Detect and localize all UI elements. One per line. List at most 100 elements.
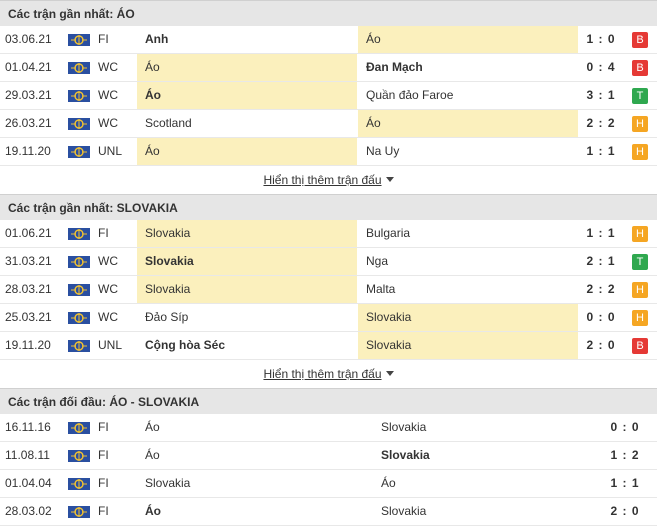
caret-down-icon[interactable] xyxy=(385,371,394,376)
home-team[interactable]: Áo xyxy=(137,442,367,469)
world-flag-icon xyxy=(68,478,90,490)
competition-code: FI xyxy=(98,476,109,490)
match-date: 01.04.21 xyxy=(5,60,52,74)
world-flag-icon xyxy=(68,118,90,130)
match-row[interactable]: 19.11.20 UNL Áo Na Uy 1 : 1 H xyxy=(0,138,657,166)
home-team[interactable]: Đảo Síp xyxy=(137,304,357,331)
match-row[interactable]: 29.03.21 WC Áo Quần đảo Faroe 3 : 1 T xyxy=(0,82,657,110)
away-team[interactable]: Malta xyxy=(358,276,578,303)
competition-code: FI xyxy=(98,226,109,240)
match-date: 19.11.20 xyxy=(5,144,51,158)
show-more-link[interactable]: Hiển thị thêm trận đấu xyxy=(263,367,381,381)
home-team[interactable]: Áo xyxy=(137,498,367,525)
match-list: 01.06.21 FI Slovakia Bulgaria 1 : 1 H 31.03.21… xyxy=(0,220,657,360)
home-team[interactable]: Anh xyxy=(137,26,357,53)
match-row[interactable]: 28.03.02 FI Áo Slovakia 2 : 0 xyxy=(0,498,657,526)
match-score: 1 : 0 xyxy=(586,32,616,46)
away-team[interactable]: Nga xyxy=(358,248,578,275)
match-date: 03.06.21 xyxy=(5,32,52,46)
section-title: Các trận gần nhất: SLOVAKIA xyxy=(0,194,657,220)
show-more-link[interactable]: Hiển thị thêm trận đấu xyxy=(263,173,381,187)
competition-code: WC xyxy=(98,282,118,296)
competition-code: UNL xyxy=(98,338,123,352)
competition-code: FI xyxy=(98,32,109,46)
competition-code: FI xyxy=(98,420,109,434)
result-badge: H xyxy=(632,226,648,242)
world-flag-icon xyxy=(68,284,90,296)
match-row[interactable]: 16.11.16 FI Áo Slovakia 0 : 0 xyxy=(0,414,657,442)
match-row[interactable]: 01.06.21 FI Slovakia Bulgaria 1 : 1 H xyxy=(0,220,657,248)
home-team[interactable]: Áo xyxy=(137,82,357,109)
match-date: 16.11.16 xyxy=(5,420,51,434)
match-date: 01.06.21 xyxy=(5,226,52,240)
match-score: 2 : 2 xyxy=(586,116,616,130)
competition-code: FI xyxy=(98,448,109,462)
match-row[interactable]: 01.04.21 WC Áo Đan Mạch 0 : 4 B xyxy=(0,54,657,82)
match-date: 26.03.21 xyxy=(5,116,52,130)
match-row[interactable]: 11.08.11 FI Áo Slovakia 1 : 2 xyxy=(0,442,657,470)
match-score: 1 : 2 xyxy=(610,448,640,462)
competition-code: WC xyxy=(98,60,118,74)
away-team[interactable]: Bulgaria xyxy=(358,220,578,247)
head-to-head-section: Các trận đối đầu: ÁO - SLOVAKIA 16.11.16… xyxy=(0,388,657,526)
away-team[interactable]: Slovakia xyxy=(373,442,603,469)
away-team[interactable]: Slovakia xyxy=(373,414,603,441)
world-flag-icon xyxy=(68,228,90,240)
caret-down-icon[interactable] xyxy=(385,177,394,182)
away-team[interactable]: Áo xyxy=(358,26,578,53)
home-team[interactable]: Áo xyxy=(137,414,367,441)
away-team[interactable]: Áo xyxy=(373,470,603,497)
away-team[interactable]: Slovakia xyxy=(358,304,578,331)
match-date: 31.03.21 xyxy=(5,254,52,268)
home-team[interactable]: Áo xyxy=(137,54,357,81)
away-team[interactable]: Áo xyxy=(358,110,578,137)
result-badge: B xyxy=(632,60,648,76)
world-flag-icon xyxy=(68,450,90,462)
match-date: 25.03.21 xyxy=(5,310,52,324)
match-date: 28.03.02 xyxy=(5,504,52,518)
match-score: 1 : 1 xyxy=(586,226,616,240)
show-more-row: Hiển thị thêm trận đấu xyxy=(0,360,657,388)
competition-code: UNL xyxy=(98,144,123,158)
home-team[interactable]: Slovakia xyxy=(137,276,357,303)
match-row[interactable]: 01.04.04 FI Slovakia Áo 1 : 1 xyxy=(0,470,657,498)
match-date: 29.03.21 xyxy=(5,88,52,102)
home-team[interactable]: Áo xyxy=(137,138,357,165)
match-date: 11.08.11 xyxy=(5,448,50,462)
match-row[interactable]: 19.11.20 UNL Cộng hòa Séc Slovakia 2 : 0 B xyxy=(0,332,657,360)
result-badge: B xyxy=(632,32,648,48)
match-score: 2 : 2 xyxy=(586,282,616,296)
away-team[interactable]: Quần đảo Faroe xyxy=(358,82,578,109)
home-team[interactable]: Slovakia xyxy=(137,220,357,247)
result-badge: H xyxy=(632,282,648,298)
result-badge: B xyxy=(632,338,648,354)
match-date: 28.03.21 xyxy=(5,282,52,296)
match-score: 2 : 0 xyxy=(586,338,616,352)
match-date: 01.04.04 xyxy=(5,476,52,490)
match-row[interactable]: 25.03.21 WC Đảo Síp Slovakia 0 : 0 H xyxy=(0,304,657,332)
result-badge: H xyxy=(632,310,648,326)
match-row[interactable]: 03.06.21 FI Anh Áo 1 : 0 B xyxy=(0,26,657,54)
away-team[interactable]: Na Uy xyxy=(358,138,578,165)
match-date: 19.11.20 xyxy=(5,338,51,352)
home-team[interactable]: Cộng hòa Séc xyxy=(137,332,357,359)
match-row[interactable]: 26.03.21 WC Scotland Áo 2 : 2 H xyxy=(0,110,657,138)
world-flag-icon xyxy=(68,90,90,102)
world-flag-icon xyxy=(68,506,90,518)
home-team[interactable]: Slovakia xyxy=(137,248,357,275)
result-badge: H xyxy=(632,116,648,132)
competition-code: WC xyxy=(98,310,118,324)
match-score: 1 : 1 xyxy=(586,144,616,158)
world-flag-icon xyxy=(68,340,90,352)
away-team[interactable]: Đan Mạch xyxy=(358,54,578,81)
away-team[interactable]: Slovakia xyxy=(358,332,578,359)
match-score: 0 : 0 xyxy=(610,420,640,434)
match-list: 16.11.16 FI Áo Slovakia 0 : 0 11.08.11 FI Áo Slo… xyxy=(0,414,657,526)
home-team[interactable]: Slovakia xyxy=(137,470,367,497)
match-row[interactable]: 28.03.21 WC Slovakia Malta 2 : 2 H xyxy=(0,276,657,304)
away-team[interactable]: Slovakia xyxy=(373,498,603,525)
match-score: 2 : 0 xyxy=(610,504,640,518)
competition-code: FI xyxy=(98,504,109,518)
home-team[interactable]: Scotland xyxy=(137,110,357,137)
match-row[interactable]: 31.03.21 WC Slovakia Nga 2 : 1 T xyxy=(0,248,657,276)
